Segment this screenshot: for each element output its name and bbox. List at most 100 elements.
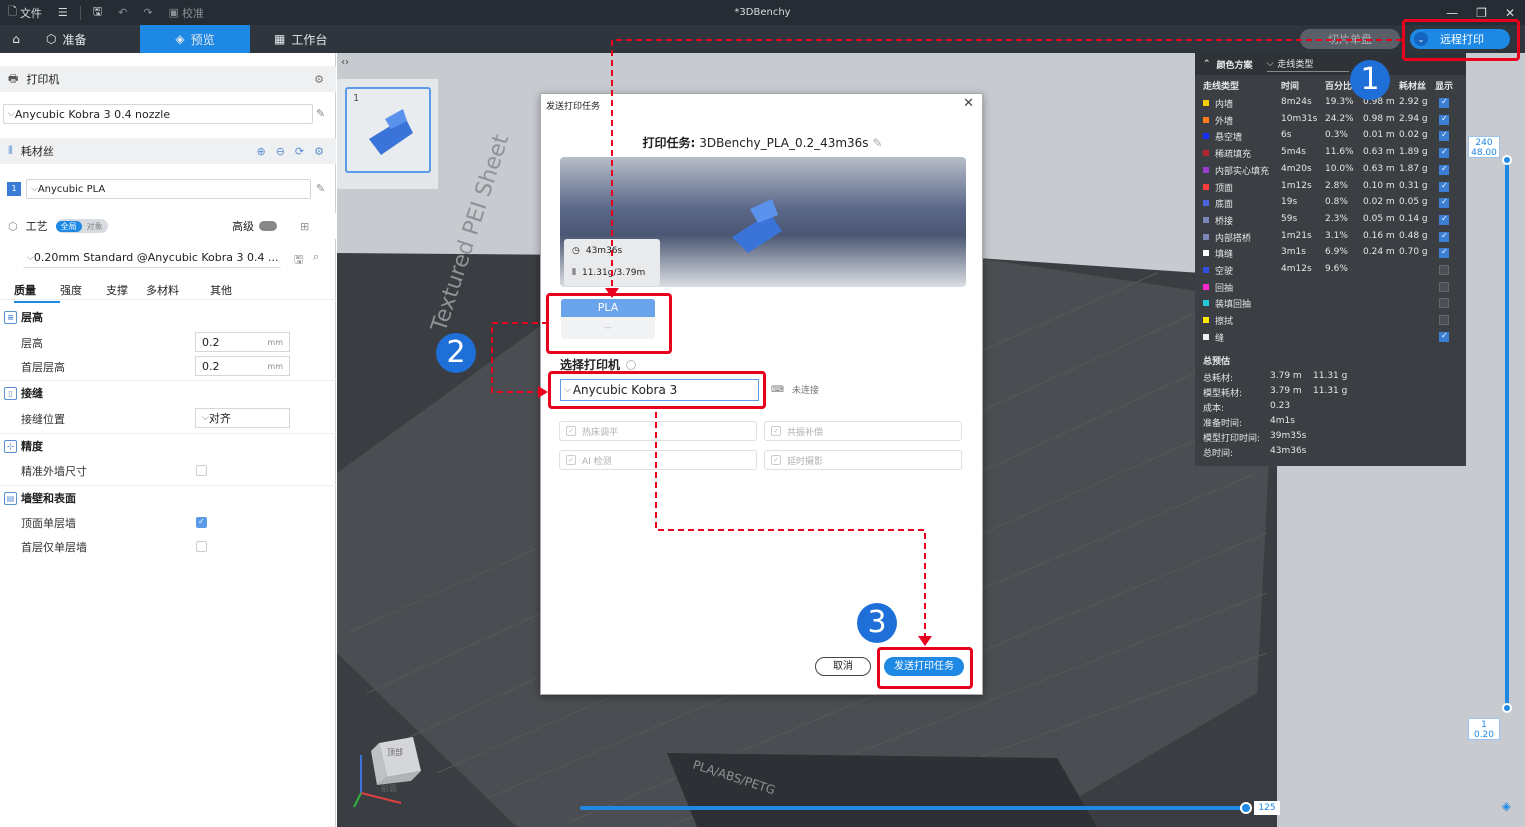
show-checkbox[interactable] (1439, 247, 1449, 259)
file-menu[interactable]: 🗋 文件 (0, 3, 50, 22)
show-checkbox[interactable] (1439, 298, 1449, 309)
show-checkbox[interactable] (1439, 181, 1449, 192)
edit-icon[interactable]: ✎ (316, 182, 325, 195)
option-label: 热床调平 (582, 427, 619, 438)
first-layer-height-input[interactable]: 0.2 mm (195, 356, 290, 376)
show-checkbox[interactable] (1439, 281, 1449, 292)
close-icon[interactable]: ✕ (1505, 6, 1515, 20)
legend-cell-weight: 1.89 g (1399, 147, 1428, 158)
show-checkbox[interactable] (1439, 265, 1449, 275)
color-swatch (1203, 333, 1209, 340)
printer-select[interactable]: ⌵ Anycubic Kobra 3 0.4 nozzle (3, 104, 313, 124)
toggle-global[interactable]: 全局 (55, 220, 82, 232)
refresh-icon[interactable] (626, 359, 637, 370)
minimize-icon[interactable]: — (1446, 6, 1458, 20)
option-ai-detection[interactable]: ✓ AI 检测 (559, 450, 757, 470)
compare-icon[interactable]: ⊞ (300, 220, 309, 233)
legend-cell-time: 5m4s (1281, 147, 1306, 158)
precise-wall-checkbox[interactable] (196, 465, 207, 476)
collapse-icon[interactable]: ‹› (341, 57, 359, 73)
edit-icon[interactable]: ✎ (872, 136, 882, 150)
first-single-wall-checkbox[interactable] (196, 541, 207, 552)
cancel-button[interactable]: 取消 (815, 657, 871, 676)
process-header-label: 工艺 (25, 220, 48, 233)
send-print-job-button[interactable]: 发送打印任务 (884, 657, 964, 676)
show-checkbox[interactable] (1439, 231, 1449, 242)
show-checkbox[interactable] (1439, 164, 1449, 175)
global-object-toggle[interactable]: 全局 对象 (55, 219, 108, 233)
tab-prepare[interactable]: ⬡ 准备 (32, 25, 140, 53)
tab-preview[interactable]: ◈ 预览 (140, 25, 250, 53)
legend-cell-weight: 0.05 g (1399, 197, 1428, 208)
filament-mapping-card[interactable]: PLA -- (561, 299, 655, 339)
layers-icon: ◈ (175, 32, 185, 46)
slice-plate-button[interactable]: 切片单盘 (1300, 29, 1400, 49)
close-icon[interactable]: ✕ (963, 96, 974, 111)
filament-color-swatch[interactable]: 1 (7, 182, 21, 196)
printer-select[interactable]: ⌵ Anycubic Kobra 3 (560, 379, 759, 401)
layer-slider-track[interactable] (1505, 160, 1509, 710)
option-resonance[interactable]: ✓ 共振补偿 (764, 421, 962, 441)
move-slider-track[interactable] (580, 806, 1246, 810)
process-preset-select[interactable]: ⌵ 0.20mm Standard @Anycubic Kobra 3 0.4 .… (23, 248, 281, 268)
save-icon[interactable]: 🖫 (294, 251, 303, 270)
option-timelapse[interactable]: ✓ 延时摄影 (764, 450, 962, 470)
undo-icon[interactable]: ↶ (110, 6, 135, 19)
plate-thumbnail[interactable]: 1 (345, 87, 431, 173)
remote-print-button[interactable]: ⌄ 远程打印 (1410, 29, 1510, 49)
layer-slider-top-thumb[interactable] (1502, 155, 1512, 165)
view-cube[interactable]: 顶部 前面 (351, 733, 431, 813)
add-filament-icon[interactable]: ⊕ (256, 145, 265, 158)
show-checkbox[interactable] (1439, 197, 1449, 209)
option-bed-leveling[interactable]: ✓ 热床调平 (559, 421, 757, 441)
filament-section-header: ⦀ 耗材丝 ⊕ ⊖ ⟳ ⚙ (0, 138, 336, 164)
edit-icon[interactable]: ✎ (316, 107, 325, 120)
settings-sliders-icon[interactable]: ⚙ (314, 73, 324, 86)
filament-select[interactable]: ⌵ Anycubic PLA (26, 179, 311, 199)
top-single-wall-label: 顶面单层墙 (21, 517, 76, 530)
save-icon[interactable]: 🖫 (85, 3, 110, 22)
show-checkbox[interactable] (1439, 214, 1449, 225)
layer-slider-bottom-thumb[interactable] (1502, 703, 1512, 713)
seam-position-select[interactable]: ⌵ 对齐 (195, 408, 290, 428)
show-checkbox[interactable] (1439, 147, 1449, 159)
layers-icon[interactable]: ◈ (1502, 799, 1511, 813)
print-job-row: 打印任务: 3DBenchy_PLA_0.2_43m36s ✎ (541, 134, 984, 151)
color-scheme-select[interactable]: ⌵ 走线类型 (1266, 56, 1349, 72)
layer-height-input[interactable]: 0.2 mm (195, 332, 290, 352)
legend-row: 回抽 (1195, 279, 1466, 296)
show-checkbox[interactable] (1439, 331, 1449, 342)
col-percent: 百分比 (1325, 82, 1353, 92)
remove-filament-icon[interactable]: ⊖ (276, 145, 285, 158)
show-checkbox[interactable] (1439, 97, 1449, 108)
top-single-wall-checkbox[interactable] (196, 517, 207, 528)
show-checkbox[interactable] (1439, 114, 1449, 125)
layer-height-value: 0.2 (202, 335, 220, 349)
search-icon[interactable]: ⌕ (313, 250, 319, 264)
color-swatch (1203, 133, 1209, 140)
settings-sliders-icon[interactable]: ⚙ (314, 145, 324, 158)
menu-icon[interactable]: ☰ (50, 6, 76, 19)
move-slider-thumb[interactable] (1240, 802, 1252, 814)
legend-cell-name: 缝 (1215, 333, 1225, 344)
tab-workbench[interactable]: ▦ 工作台 (250, 25, 341, 53)
legend-row: 空驶 4m12s 9.6% (1195, 262, 1466, 279)
checkbox-icon: ✓ (566, 455, 576, 465)
color-swatch (1203, 300, 1209, 307)
chevron-down-icon[interactable]: ⌄ (1414, 32, 1428, 46)
show-checkbox[interactable] (1439, 130, 1449, 142)
redo-icon[interactable]: ↷ (135, 6, 160, 19)
toggle-object[interactable]: 对象 (82, 221, 108, 232)
show-checkbox[interactable] (1439, 315, 1449, 326)
grid-icon: ▦ (274, 32, 286, 46)
send-print-dialog: 发送打印任务 ✕ 打印任务: 3DBenchy_PLA_0.2_43m36s ✎… (540, 93, 983, 695)
restore-icon[interactable]: ❐ (1476, 6, 1487, 20)
legend-cell-time: 1m21s (1281, 230, 1312, 241)
sync-icon[interactable]: ⟳ (295, 145, 304, 158)
advanced-toggle[interactable] (259, 221, 277, 231)
connection-status-text: 未连接 (792, 386, 820, 396)
collapse-icon[interactable]: ⌃ (1203, 59, 1211, 69)
home-button[interactable]: ⌂ (0, 25, 32, 53)
legend-cell-len: 0.02 m (1363, 197, 1395, 208)
calibrate-menu[interactable]: ▣ 校准 (161, 5, 212, 21)
